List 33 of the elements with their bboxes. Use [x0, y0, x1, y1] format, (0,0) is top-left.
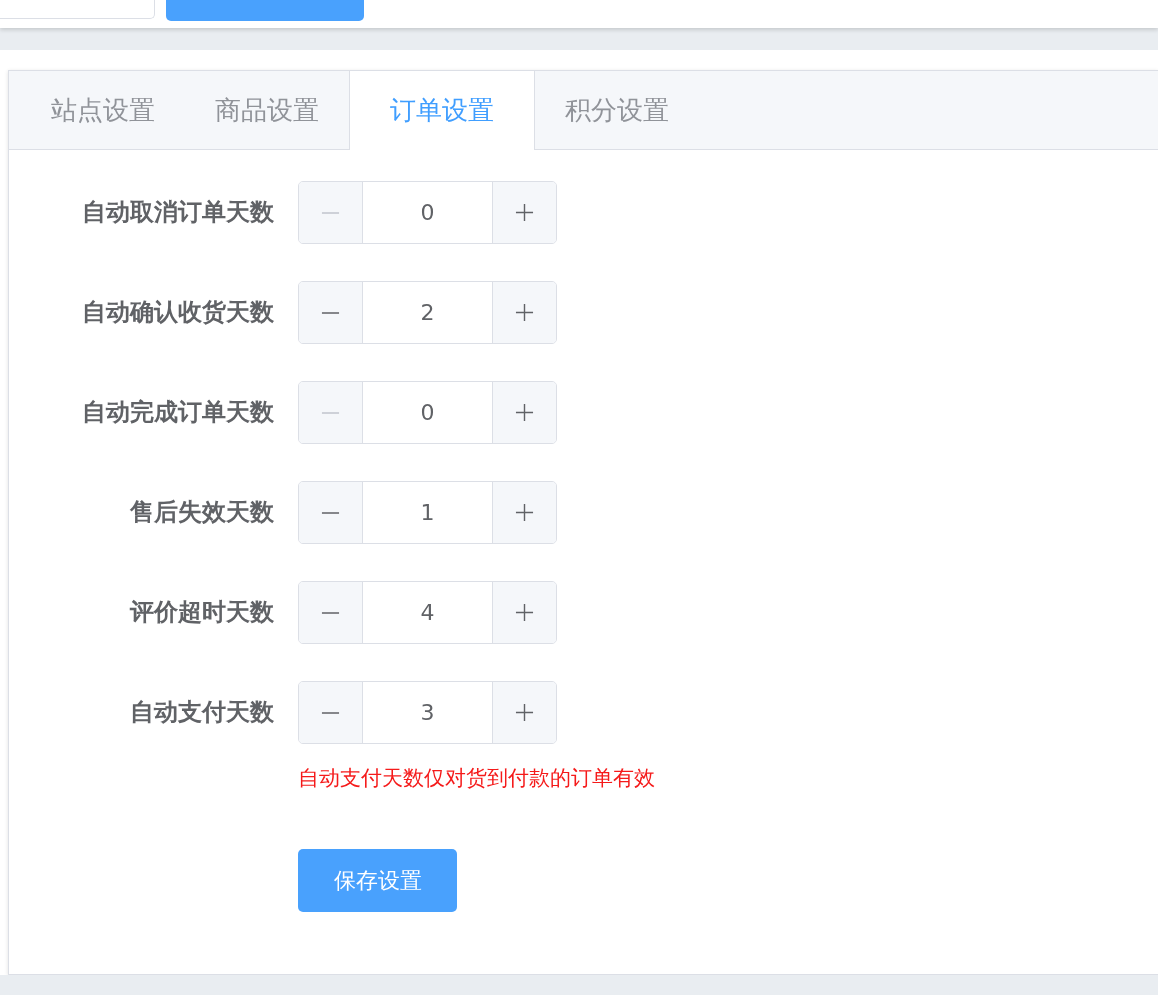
number-stepper[interactable]: 4 — [298, 581, 557, 644]
increment-button[interactable] — [492, 482, 556, 543]
increment-button[interactable] — [492, 282, 556, 343]
decrement-button[interactable] — [299, 682, 363, 743]
field-label: 评价超时天数 — [128, 597, 275, 628]
increment-button[interactable] — [492, 182, 556, 243]
decrement-button[interactable] — [299, 482, 363, 543]
number-stepper[interactable]: 0 — [298, 381, 557, 444]
field-label: 自动确认收货天数 — [81, 297, 275, 328]
input-field[interactable] — [0, 0, 155, 19]
number-stepper[interactable]: 2 — [298, 281, 557, 344]
number-stepper[interactable]: 3 — [298, 681, 557, 744]
hint-text: 自动支付天数仅对货到付款的订单有效 — [298, 765, 655, 792]
plus-icon — [515, 703, 534, 722]
number-stepper[interactable]: 1 — [298, 481, 557, 544]
increment-button[interactable] — [492, 382, 556, 443]
increment-button[interactable] — [492, 582, 556, 643]
field-label: 自动完成订单天数 — [81, 397, 275, 428]
button[interactable] — [166, 0, 364, 21]
increment-button[interactable] — [492, 682, 556, 743]
plus-icon — [515, 403, 534, 422]
decrement-button[interactable] — [299, 282, 363, 343]
plus-icon — [515, 503, 534, 522]
plus-icon — [515, 203, 534, 222]
field-label: 售后失效天数 — [129, 497, 275, 528]
decrement-button[interactable] — [299, 382, 363, 443]
plus-icon — [515, 603, 534, 622]
number-stepper[interactable]: 0 — [298, 181, 557, 244]
decrement-button[interactable] — [299, 182, 363, 243]
plus-icon — [515, 303, 534, 322]
decrement-button[interactable] — [299, 582, 363, 643]
field-label: 自动支付天数 — [129, 697, 275, 728]
field-label: 自动取消订单天数 — [81, 197, 275, 228]
